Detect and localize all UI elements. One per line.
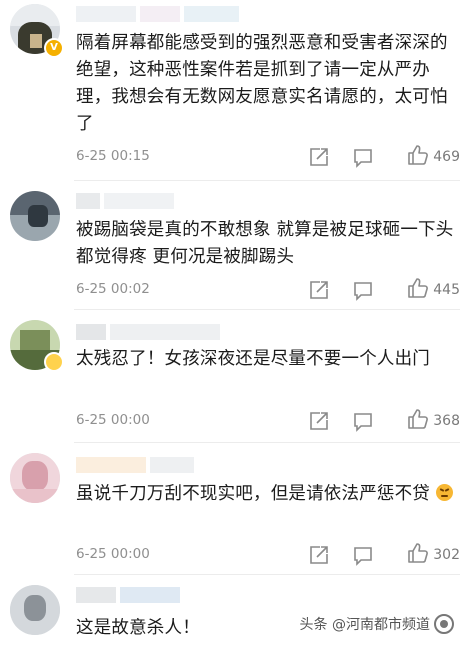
avatar[interactable] (10, 585, 60, 635)
comment-time: 6-25 00:00 (76, 546, 150, 562)
comment-icon[interactable] (352, 544, 374, 566)
avatar[interactable] (10, 453, 60, 503)
comment-time: 6-25 00:02 (76, 281, 150, 297)
comment-icon[interactable] (352, 410, 374, 432)
comment-icon[interactable] (352, 146, 374, 168)
like-count: 368 (433, 413, 460, 429)
like-count: 445 (433, 282, 460, 298)
comment-text: 虽说千刀万刮不现实吧，但是请依法严惩不贷 (76, 481, 460, 508)
camera-icon (434, 614, 454, 634)
comment-text: 太残忍了！女孩深夜还是尽量不要一个人出门 (76, 349, 430, 369)
member-badge-icon (44, 352, 64, 372)
watermark-text: 头条 @河南都市频道 (299, 617, 430, 633)
like-button[interactable]: 368 (407, 408, 460, 434)
comment-text-content: 虽说千刀万刮不现实吧，但是请依法严惩不贷 (76, 484, 430, 504)
angry-emoji-icon (435, 484, 453, 501)
share-icon[interactable] (308, 279, 330, 301)
comment-item: 这是故意杀人！ (0, 575, 468, 648)
comment-item: V 隔着屏幕都能感受到的强烈恶意和受害者深深的绝望，这种恶性案件若是抓到了请一定… (0, 0, 468, 180)
comment-item: 被踢脑袋是真的不敢想象 就算是被足球砸一下头都觉得疼 更何况是被脚踢头 6-25… (0, 181, 468, 309)
like-count: 302 (433, 547, 460, 563)
comment-time: 6-25 00:15 (76, 148, 150, 164)
like-button[interactable]: 445 (407, 277, 460, 303)
like-button[interactable]: 302 (407, 542, 460, 568)
share-icon[interactable] (308, 410, 330, 432)
share-icon[interactable] (308, 146, 330, 168)
thumbs-up-icon (407, 277, 429, 303)
comment-text: 隔着屏幕都能感受到的强烈恶意和受害者深深的绝望，这种恶性案件若是抓到了请一定从严… (76, 33, 448, 134)
thumbs-up-icon (407, 542, 429, 568)
comment-text: 被踢脑袋是真的不敢想象 就算是被足球砸一下头都觉得疼 更何况是被脚踢头 (76, 220, 454, 267)
comment-item: 虽说千刀万刮不现实吧，但是请依法严惩不贷 6-25 00:00 302 (0, 443, 468, 573)
verified-badge-icon: V (44, 38, 64, 58)
like-count: 469 (433, 149, 460, 165)
share-icon[interactable] (308, 544, 330, 566)
avatar[interactable] (10, 191, 60, 241)
thumbs-up-icon (407, 144, 429, 170)
like-button[interactable]: 469 (407, 144, 460, 170)
thumbs-up-icon (407, 408, 429, 434)
comment-item: 太残忍了！女孩深夜还是尽量不要一个人出门 6-25 00:00 368 (0, 310, 468, 438)
watermark: 头条 @河南都市频道 (300, 614, 454, 634)
comment-time: 6-25 00:00 (76, 412, 150, 428)
comment-icon[interactable] (352, 279, 374, 301)
